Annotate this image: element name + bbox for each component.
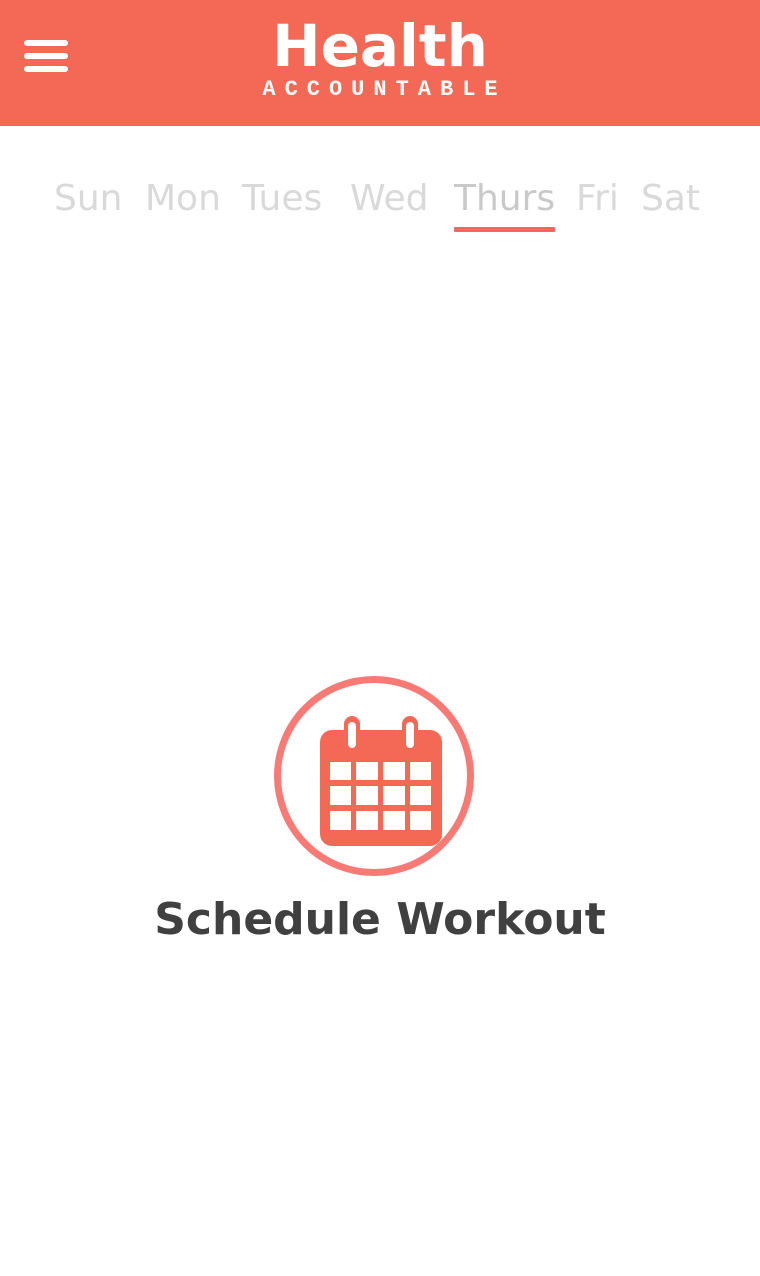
app-title: Health: [272, 12, 488, 80]
schedule-workout-label: Schedule Workout: [154, 894, 606, 945]
day-selector: Sun Mon Tues Wed Thurs Fri Sat: [0, 172, 760, 232]
day-tab-wed[interactable]: Wed: [350, 172, 429, 226]
day-tab-mon[interactable]: Mon: [145, 172, 221, 226]
app-subtitle: ACCOUNTABLE: [262, 77, 507, 102]
calendar-icon-ring[interactable]: [274, 676, 474, 876]
day-tab-tues[interactable]: Tues: [242, 172, 322, 226]
app-header: Health ACCOUNTABLE: [0, 0, 760, 126]
schedule-workout-button[interactable]: Schedule Workout: [130, 672, 630, 962]
day-tab-thurs[interactable]: Thurs: [454, 172, 556, 232]
app-logo: Health ACCOUNTABLE: [180, 14, 580, 102]
calendar-icon: [320, 716, 442, 846]
day-tab-sun[interactable]: Sun: [54, 172, 122, 226]
hamburger-menu-icon[interactable]: [18, 30, 74, 82]
day-tab-fri[interactable]: Fri: [576, 172, 619, 226]
day-tab-sat[interactable]: Sat: [641, 172, 700, 226]
